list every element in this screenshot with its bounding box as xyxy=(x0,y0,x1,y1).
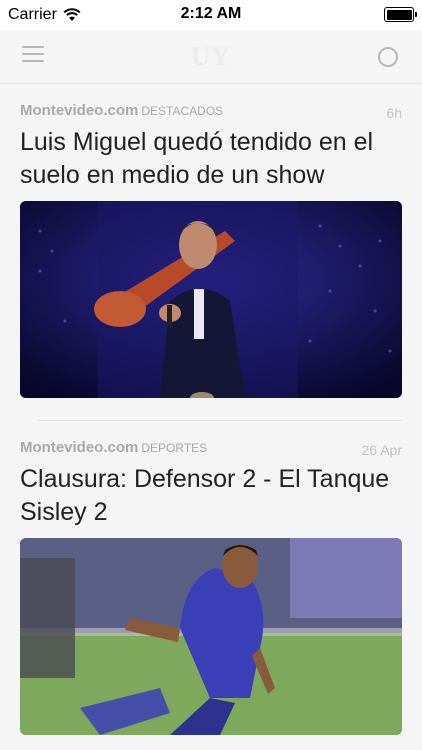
article-age: 26 Apr xyxy=(361,442,402,458)
battery-fill xyxy=(386,9,412,20)
article-age: 6h xyxy=(386,105,402,121)
article-category: DESTACADOS xyxy=(141,104,224,118)
article-headline[interactable]: Clausura: Defensor 2 - El Tanque Sisley … xyxy=(20,463,402,529)
battery-icon xyxy=(384,7,417,22)
nav-title: UY xyxy=(191,42,231,71)
article-meta: Montevideo.com DESTACADOS 6h xyxy=(20,84,402,121)
status-time: 2:12 AM xyxy=(180,5,242,22)
article-source: Montevideo.com xyxy=(20,439,139,456)
article-headline[interactable]: Luis Miguel quedó tendido en el suelo en… xyxy=(20,126,402,192)
nav-bar: UY xyxy=(0,30,422,84)
news-feed[interactable]: Montevideo.com DESTACADOS 6h Luis Miguel … xyxy=(0,84,422,735)
article-image[interactable] xyxy=(20,538,402,735)
concert-photo xyxy=(20,201,402,398)
article-meta: Montevideo.com DEPORTES 26 Apr xyxy=(20,421,402,458)
status-bar: Carrier 2:12 AM xyxy=(0,0,422,30)
circle-icon[interactable] xyxy=(378,47,398,67)
soccer-photo xyxy=(20,538,402,735)
article-image[interactable] xyxy=(20,201,402,398)
article-category: DEPORTES xyxy=(141,441,208,455)
article-card[interactable]: Montevideo.com DESTACADOS 6h Luis Miguel … xyxy=(0,84,422,421)
article-source: Montevideo.com xyxy=(20,102,139,119)
article-card[interactable]: Montevideo.com DEPORTES 26 Apr Clausura: … xyxy=(0,421,422,735)
